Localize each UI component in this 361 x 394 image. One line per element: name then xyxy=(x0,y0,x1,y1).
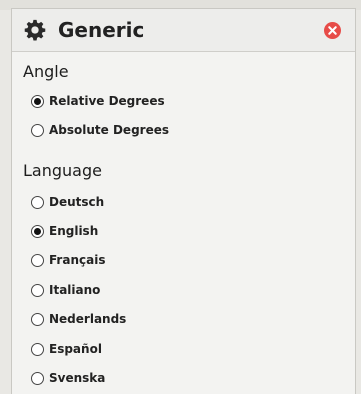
radio-francais[interactable]: Français xyxy=(31,250,105,270)
close-icon[interactable] xyxy=(324,22,341,39)
radio-svenska[interactable]: Svenska xyxy=(31,368,105,388)
option-label: Italiano xyxy=(49,283,101,297)
radio-button[interactable] xyxy=(31,253,44,267)
panel-title: Generic xyxy=(58,18,145,42)
option-label: Français xyxy=(49,253,106,267)
settings-panel: Generic Angle Relative Degrees Absolute … xyxy=(11,8,356,394)
radio-button-selected[interactable] xyxy=(31,94,44,108)
radio-button[interactable] xyxy=(31,123,44,137)
option-label: Español xyxy=(49,342,102,356)
option-label: Absolute Degrees xyxy=(49,123,169,137)
radio-button-selected[interactable] xyxy=(31,224,44,238)
radio-relative-degrees[interactable]: Relative Degrees xyxy=(31,91,165,111)
option-label: English xyxy=(49,224,99,238)
radio-espanol[interactable]: Español xyxy=(31,339,102,359)
radio-dot xyxy=(34,97,41,105)
radio-button[interactable] xyxy=(31,312,44,326)
radio-nederlands[interactable]: Nederlands xyxy=(31,309,126,329)
radio-button[interactable] xyxy=(31,371,44,385)
option-label: Deutsch xyxy=(49,195,105,209)
radio-english[interactable]: English xyxy=(31,221,98,241)
radio-dot xyxy=(34,227,41,235)
option-label: Relative Degrees xyxy=(49,94,165,108)
radio-button[interactable] xyxy=(31,342,44,356)
option-label: Svenska xyxy=(49,371,106,385)
radio-deutsch[interactable]: Deutsch xyxy=(31,192,104,212)
section-label-angle: Angle xyxy=(23,62,69,81)
section-label-language: Language xyxy=(23,161,102,180)
radio-italiano[interactable]: Italiano xyxy=(31,280,100,300)
radio-button[interactable] xyxy=(31,283,44,297)
option-label: Nederlands xyxy=(49,312,127,326)
gear-icon xyxy=(24,19,46,41)
radio-absolute-degrees[interactable]: Absolute Degrees xyxy=(31,120,169,140)
radio-button[interactable] xyxy=(31,195,44,209)
panel-header: Generic xyxy=(12,9,355,52)
